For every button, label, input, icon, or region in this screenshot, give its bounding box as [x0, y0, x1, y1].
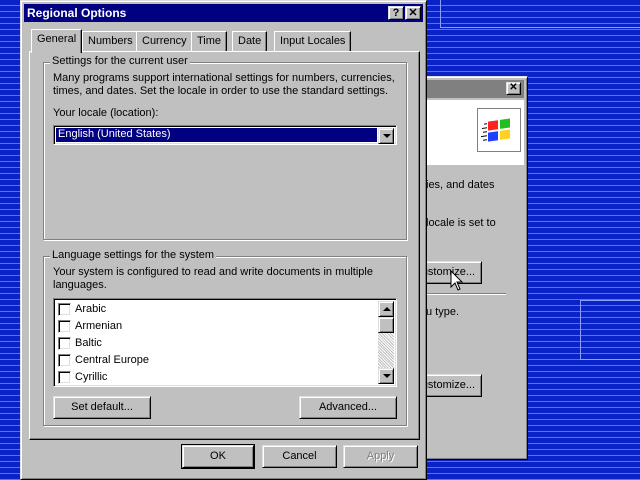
scroll-up-button[interactable]	[378, 301, 394, 317]
tab-currency[interactable]: Currency	[136, 31, 193, 52]
scroll-down-button[interactable]	[378, 368, 394, 384]
close-button[interactable]: ✕	[405, 6, 421, 20]
ok-label: OK	[210, 450, 226, 462]
background-text: locale is set to	[426, 217, 496, 229]
dialog-title: Regional Options	[27, 6, 127, 20]
cancel-button[interactable]: Cancel	[262, 445, 337, 468]
language-description: Your system is configured to read and wr…	[53, 266, 373, 278]
regional-options-dialog: Regional Options ? ✕ General Numbers Cur…	[20, 0, 427, 480]
tab-input-locales[interactable]: Input Locales	[274, 31, 352, 52]
help-button[interactable]: ?	[388, 6, 404, 20]
customize-button-label: ustomize...	[421, 379, 475, 391]
language-label: Cyrillic	[75, 371, 108, 383]
language-description: languages.	[53, 279, 107, 291]
checkbox-icon[interactable]	[58, 354, 71, 367]
mouse-pointer-icon	[450, 270, 464, 291]
language-settings-legend: Language settings for the system	[50, 249, 217, 261]
background-close-button[interactable]: ✕	[506, 82, 521, 95]
separator	[426, 293, 506, 295]
language-label: Baltic	[75, 337, 102, 349]
dropdown-arrow-icon	[383, 134, 391, 138]
tab-label: Currency	[142, 35, 187, 47]
language-label: Armenian	[75, 320, 123, 332]
user-settings-description: times, and dates. Set the locale in orde…	[53, 85, 389, 97]
tab-label: Date	[238, 35, 262, 47]
tab-label: Input Locales	[280, 35, 346, 47]
language-label: Arabic	[75, 303, 107, 315]
set-default-button[interactable]: Set default...	[53, 396, 151, 419]
close-icon: ✕	[509, 82, 518, 93]
language-list[interactable]: Arabic Armenian Baltic Central Europe Cy…	[53, 298, 397, 387]
scroll-thumb[interactable]	[378, 317, 394, 333]
scroll-up-icon	[383, 307, 391, 311]
checkbox-icon[interactable]	[58, 303, 71, 316]
tab-numbers[interactable]: Numbers	[82, 31, 139, 52]
desktop-decoration	[580, 300, 640, 360]
close-icon: ✕	[408, 7, 418, 19]
checkbox-icon[interactable]	[58, 337, 71, 350]
dropdown-button[interactable]	[378, 128, 394, 144]
apply-button[interactable]: Apply	[343, 445, 418, 468]
tab-label: General	[37, 33, 77, 45]
background-text: u type.	[426, 306, 460, 318]
scroll-down-icon	[383, 374, 391, 378]
background-text: ies, and dates	[426, 179, 495, 191]
user-settings-legend: Settings for the current user	[50, 55, 190, 67]
tab-time[interactable]: Time	[191, 31, 228, 52]
checkbox-icon[interactable]	[58, 371, 71, 384]
tab-general[interactable]: General	[31, 29, 83, 53]
customize-button-label: ustomize...	[421, 266, 475, 278]
language-label: Central Europe	[75, 354, 149, 366]
tab-label: Numbers	[88, 35, 133, 47]
list-scrollbar[interactable]	[378, 301, 394, 384]
locale-dropdown[interactable]: English (United States)	[53, 125, 397, 145]
tab-label: Time	[197, 35, 222, 47]
cancel-label: Cancel	[282, 450, 317, 462]
advanced-button[interactable]: Advanced...	[299, 396, 397, 419]
help-icon: ?	[392, 7, 400, 19]
locale-label: Your locale (location):	[53, 107, 159, 119]
set-default-label: Set default...	[71, 401, 133, 413]
ok-button[interactable]: OK	[181, 444, 255, 469]
desktop-decoration	[440, 0, 640, 28]
tab-date[interactable]: Date	[232, 31, 268, 52]
user-settings-description: Many programs support international sett…	[53, 72, 395, 84]
title-bar: Regional Options ? ✕	[24, 4, 423, 22]
advanced-label: Advanced...	[318, 401, 378, 413]
windows-logo-icon	[477, 108, 521, 152]
apply-label: Apply	[366, 450, 395, 462]
locale-value: English (United States)	[56, 128, 377, 142]
checkbox-icon[interactable]	[58, 320, 71, 333]
